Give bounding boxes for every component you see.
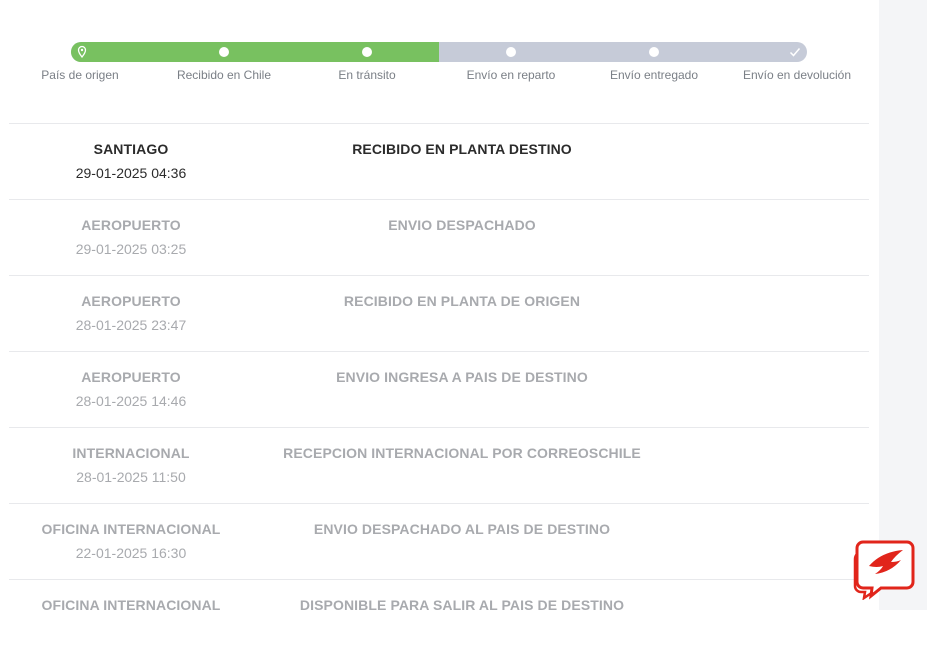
- progress-step-label: País de origen: [41, 68, 119, 82]
- event-datetime: 29-01-2025 03:25: [75, 241, 187, 257]
- progress-track: [71, 42, 807, 62]
- tracking-event-row: AEROPUERTO 28-01-2025 14:46 ENVIO INGRESA …: [9, 351, 869, 427]
- tracking-events-list: SANTIAGO 29-01-2025 04:36 RECIBIDO EN PLAN…: [9, 123, 869, 655]
- tracking-event-row: OFICINA INTERNACIONAL DISPONIBLE PARA SAL…: [9, 579, 869, 655]
- event-status: DISPONIBLE PARA SALIR AL PAIS DE DESTINO: [299, 597, 625, 613]
- progress-step-dot: [362, 47, 372, 57]
- checkmark-icon: [789, 48, 801, 57]
- event-status: RECIBIDO EN PLANTA DE ORIGEN: [343, 293, 581, 309]
- tracking-event-row: SANTIAGO 29-01-2025 04:36 RECIBIDO EN PLAN…: [9, 123, 869, 199]
- progress-fill: [71, 42, 439, 62]
- event-location: INTERNACIONAL: [72, 445, 190, 461]
- progress-step-label: En tránsito: [338, 68, 396, 82]
- progress-step-label: Envío en reparto: [466, 68, 556, 82]
- chat-widget-button[interactable]: [851, 538, 915, 601]
- page-gutter: [879, 0, 927, 610]
- event-location: SANTIAGO: [93, 141, 169, 157]
- event-location: AEROPUERTO: [81, 293, 181, 309]
- progress-step-dot: [506, 47, 516, 57]
- event-status: ENVIO INGRESA A PAIS DE DESTINO: [336, 369, 588, 385]
- event-location: OFICINA INTERNACIONAL: [41, 597, 221, 613]
- event-datetime: 28-01-2025 14:46: [75, 393, 187, 409]
- tracking-event-row: AEROPUERTO 28-01-2025 23:47 RECIBIDO EN PL…: [9, 275, 869, 351]
- event-status: ENVIO DESPACHADO AL PAIS DE DESTINO: [313, 521, 611, 537]
- event-datetime: 29-01-2025 04:36: [75, 165, 187, 181]
- event-location: OFICINA INTERNACIONAL: [41, 521, 221, 537]
- progress-step-label: Envío entregado: [609, 68, 699, 82]
- location-pin-icon: [77, 45, 87, 59]
- progress-step-label: Envío en devolución: [742, 68, 852, 82]
- event-datetime: 22-01-2025 16:30: [75, 545, 187, 561]
- tracking-event-row: AEROPUERTO 29-01-2025 03:25 ENVIO DESPACHA…: [9, 199, 869, 275]
- tracking-event-row: OFICINA INTERNACIONAL 22-01-2025 16:30 ENV…: [9, 503, 869, 579]
- tracking-event-row: INTERNACIONAL 28-01-2025 11:50 RECEPCION I…: [9, 427, 869, 503]
- event-datetime: 28-01-2025 23:47: [75, 317, 187, 333]
- event-status: RECIBIDO EN PLANTA DESTINO: [352, 141, 572, 157]
- event-location: AEROPUERTO: [81, 369, 181, 385]
- chat-bubble-icon: [853, 540, 915, 601]
- event-location: AEROPUERTO: [81, 217, 181, 233]
- progress-step-label: Recibido en Chile: [176, 68, 272, 82]
- event-status: RECEPCION INTERNACIONAL POR CORREOSCHILE: [283, 445, 641, 461]
- progress-step-dot: [649, 47, 659, 57]
- tracking-panel: País de origen Recibido en Chile En tránsi…: [0, 0, 879, 613]
- event-datetime: 28-01-2025 11:50: [76, 469, 186, 485]
- event-status: ENVIO DESPACHADO: [388, 217, 536, 233]
- progress-step-dot: [219, 47, 229, 57]
